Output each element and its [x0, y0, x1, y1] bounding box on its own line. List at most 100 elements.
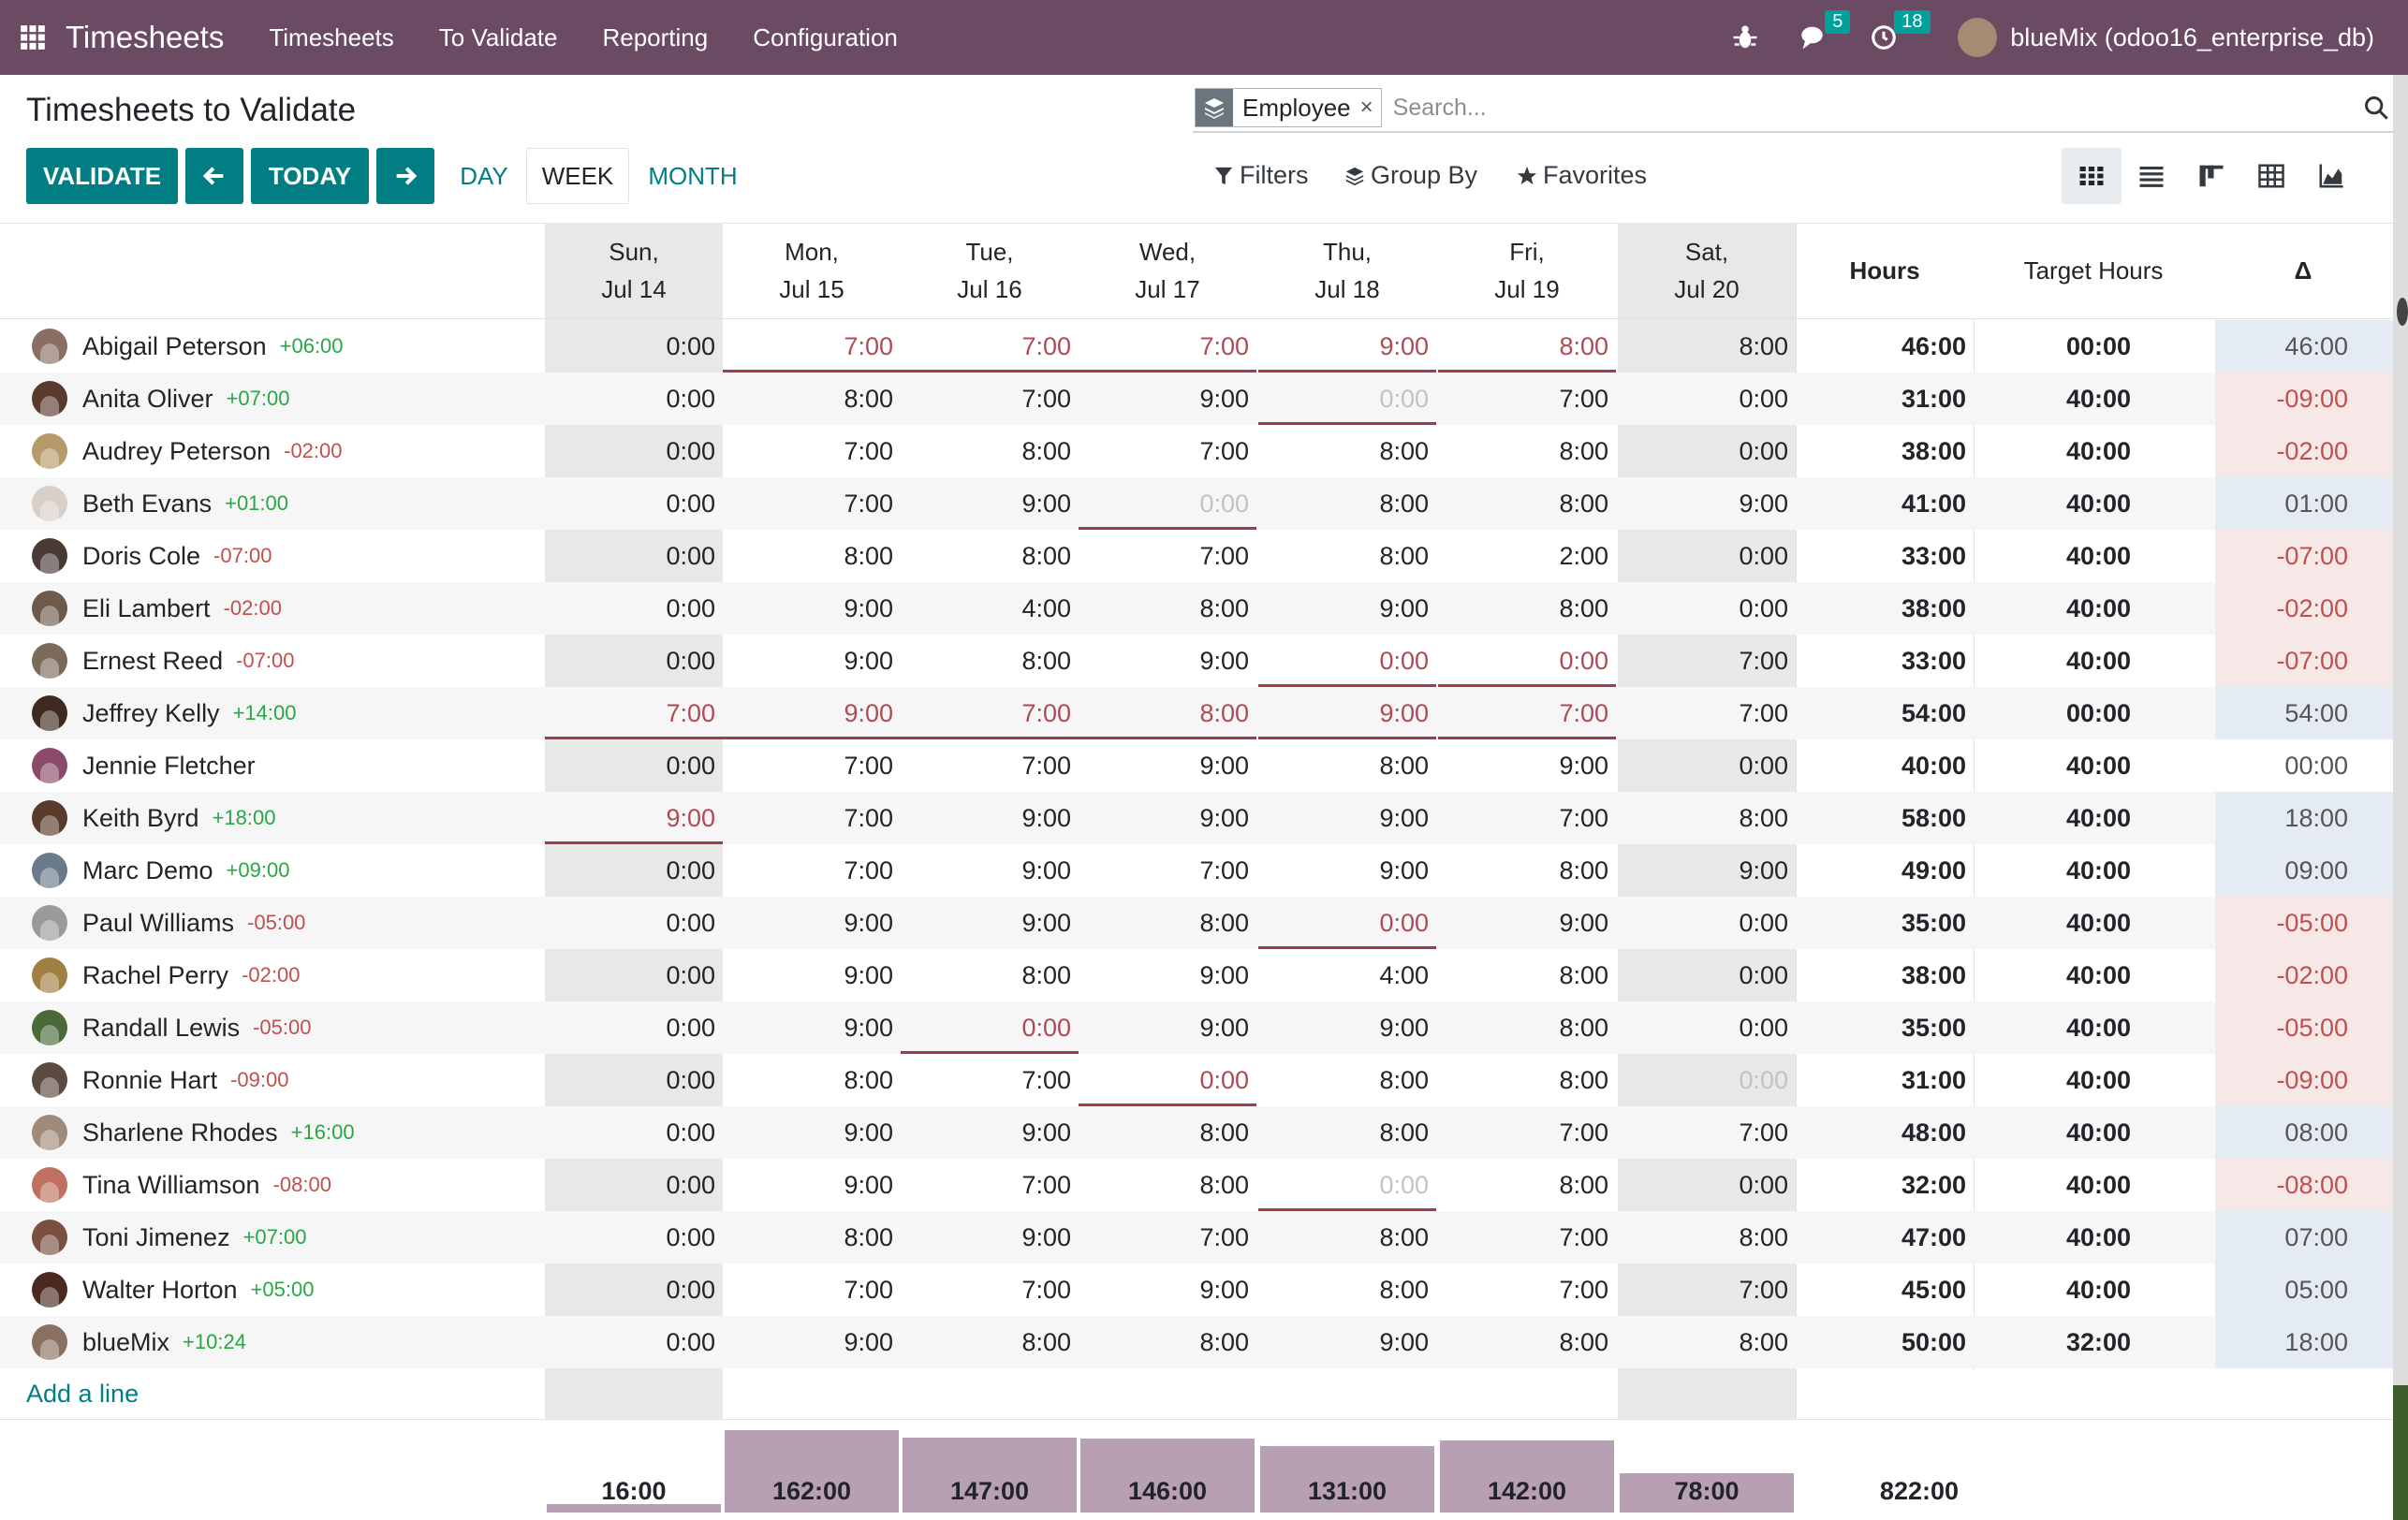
employee-cell[interactable]: Toni Jimenez +07:00	[32, 1219, 306, 1256]
day-hours-cell[interactable]: 0:00	[545, 844, 723, 897]
day-hours-cell[interactable]: 8:00	[1438, 582, 1616, 635]
day-hours-cell[interactable]: 4:00	[901, 582, 1079, 635]
day-hours-cell[interactable]: 0:00	[545, 425, 723, 477]
day-hours-cell[interactable]: 0:00	[1258, 373, 1436, 425]
day-hours-cell[interactable]: 8:00	[1438, 477, 1616, 530]
day-hours-cell[interactable]: 9:00	[1258, 844, 1436, 897]
chat-icon[interactable]: 5	[1800, 10, 1851, 51]
day-hours-cell[interactable]: 8:00	[1438, 844, 1616, 897]
day-hours-cell[interactable]: 8:00	[1438, 1159, 1616, 1211]
vertical-scrollbar[interactable]	[2393, 0, 2408, 1520]
day-hours-cell[interactable]: 0:00	[1618, 582, 1796, 635]
day-hours-cell[interactable]: 9:00	[1079, 739, 1256, 792]
filters-button[interactable]: Filters	[1213, 161, 1309, 190]
day-hours-cell[interactable]: 2:00	[1438, 530, 1616, 582]
day-hours-cell[interactable]: 8:00	[1438, 949, 1616, 1001]
day-hours-cell[interactable]: 0:00	[545, 582, 723, 635]
day-hours-cell[interactable]: 8:00	[1618, 320, 1796, 373]
day-hours-cell[interactable]: 9:00	[1258, 1001, 1436, 1054]
day-hours-cell[interactable]: 0:00	[1618, 373, 1796, 425]
day-hours-cell[interactable]: 0:00	[1618, 1054, 1796, 1106]
day-hours-cell[interactable]: 7:00	[901, 687, 1079, 739]
day-hours-cell[interactable]: 0:00	[545, 373, 723, 425]
day-hours-cell[interactable]: 7:00	[901, 1264, 1079, 1316]
day-hours-cell[interactable]: 0:00	[545, 477, 723, 530]
day-hours-cell[interactable]: 7:00	[723, 844, 901, 897]
day-hours-cell[interactable]: 0:00	[545, 1054, 723, 1106]
day-hours-cell[interactable]: 0:00	[1438, 635, 1616, 687]
day-hours-cell[interactable]: 8:00	[901, 1316, 1079, 1368]
employee-cell[interactable]: Audrey Peterson -02:00	[32, 432, 343, 470]
menu-reporting[interactable]: Reporting	[602, 23, 708, 52]
day-hours-cell[interactable]: 8:00	[1438, 1001, 1616, 1054]
day-hours-cell[interactable]: 7:00	[1618, 1264, 1796, 1316]
favorites-button[interactable]: Favorites	[1517, 161, 1647, 190]
day-hours-cell[interactable]: 7:00	[723, 320, 901, 373]
day-hours-cell[interactable]: 9:00	[1079, 792, 1256, 844]
day-hours-cell[interactable]: 7:00	[723, 477, 901, 530]
day-hours-cell[interactable]: 0:00	[1618, 739, 1796, 792]
employee-cell[interactable]: Jennie Fletcher	[32, 747, 269, 784]
day-hours-cell[interactable]: 7:00	[723, 792, 901, 844]
day-hours-cell[interactable]: 9:00	[1438, 897, 1616, 949]
day-hours-cell[interactable]: 0:00	[1079, 477, 1256, 530]
employee-cell[interactable]: Sharlene Rhodes +16:00	[32, 1114, 355, 1151]
day-hours-cell[interactable]: 9:00	[723, 1106, 901, 1159]
day-hours-cell[interactable]: 9:00	[545, 792, 723, 844]
employee-cell[interactable]: blueMix +10:24	[32, 1323, 246, 1361]
day-hours-cell[interactable]: 8:00	[1438, 1316, 1616, 1368]
day-hours-cell[interactable]: 9:00	[1079, 949, 1256, 1001]
day-hours-cell[interactable]: 9:00	[1079, 373, 1256, 425]
employee-cell[interactable]: Rachel Perry -02:00	[32, 957, 300, 994]
day-hours-cell[interactable]: 0:00	[545, 635, 723, 687]
day-hours-cell[interactable]: 0:00	[1618, 530, 1796, 582]
day-hours-cell[interactable]: 9:00	[1258, 320, 1436, 373]
day-hours-cell[interactable]: 7:00	[1079, 844, 1256, 897]
day-hours-cell[interactable]: 8:00	[1258, 1106, 1436, 1159]
day-hours-cell[interactable]: 7:00	[1438, 1264, 1616, 1316]
day-hours-cell[interactable]: 0:00	[545, 949, 723, 1001]
day-hours-cell[interactable]: 9:00	[1079, 635, 1256, 687]
day-hours-cell[interactable]: 9:00	[723, 1159, 901, 1211]
app-title[interactable]: Timesheets	[66, 20, 224, 55]
day-hours-cell[interactable]: 9:00	[1079, 1001, 1256, 1054]
day-hours-cell[interactable]: 9:00	[1258, 582, 1436, 635]
day-hours-cell[interactable]: 8:00	[1258, 530, 1436, 582]
employee-cell[interactable]: Anita Oliver +07:00	[32, 380, 289, 417]
day-hours-cell[interactable]: 9:00	[901, 844, 1079, 897]
day-hours-cell[interactable]: 8:00	[723, 530, 901, 582]
day-hours-cell[interactable]: 7:00	[901, 1054, 1079, 1106]
day-hours-cell[interactable]: 7:00	[1618, 635, 1796, 687]
day-hours-cell[interactable]: 0:00	[1079, 1054, 1256, 1106]
day-hours-cell[interactable]: 9:00	[901, 897, 1079, 949]
day-hours-cell[interactable]: 9:00	[723, 687, 901, 739]
day-hours-cell[interactable]: 8:00	[1258, 425, 1436, 477]
validate-button[interactable]: VALIDATE	[26, 148, 178, 204]
day-hours-cell[interactable]: 0:00	[545, 320, 723, 373]
day-hours-cell[interactable]: 7:00	[1438, 1211, 1616, 1264]
facet-remove-button[interactable]: ×	[1360, 95, 1381, 121]
day-hours-cell[interactable]: 7:00	[1438, 1106, 1616, 1159]
day-hours-cell[interactable]: 7:00	[1438, 792, 1616, 844]
day-hours-cell[interactable]: 8:00	[1618, 1316, 1796, 1368]
day-hours-cell[interactable]: 0:00	[545, 739, 723, 792]
graph-view-button[interactable]	[2301, 148, 2361, 204]
day-hours-cell[interactable]: 7:00	[901, 373, 1079, 425]
range-week-button[interactable]: WEEK	[526, 148, 629, 204]
employee-cell[interactable]: Doris Cole -07:00	[32, 537, 272, 575]
day-hours-cell[interactable]: 8:00	[901, 530, 1079, 582]
search-input[interactable]: Search...	[1393, 95, 2363, 122]
day-hours-cell[interactable]: 9:00	[901, 1106, 1079, 1159]
day-hours-cell[interactable]: 7:00	[901, 320, 1079, 373]
previous-button[interactable]	[185, 148, 243, 204]
day-hours-cell[interactable]: 7:00	[901, 1159, 1079, 1211]
day-hours-cell[interactable]: 8:00	[723, 1054, 901, 1106]
range-month-button[interactable]: MONTH	[639, 148, 747, 204]
day-hours-cell[interactable]: 7:00	[1438, 687, 1616, 739]
day-hours-cell[interactable]: 8:00	[901, 949, 1079, 1001]
add-line-link[interactable]: Add a line	[26, 1380, 139, 1409]
day-hours-cell[interactable]: 0:00	[1258, 1159, 1436, 1211]
range-day-button[interactable]: DAY	[449, 148, 519, 204]
day-hours-cell[interactable]: 7:00	[1079, 425, 1256, 477]
day-hours-cell[interactable]: 7:00	[901, 739, 1079, 792]
